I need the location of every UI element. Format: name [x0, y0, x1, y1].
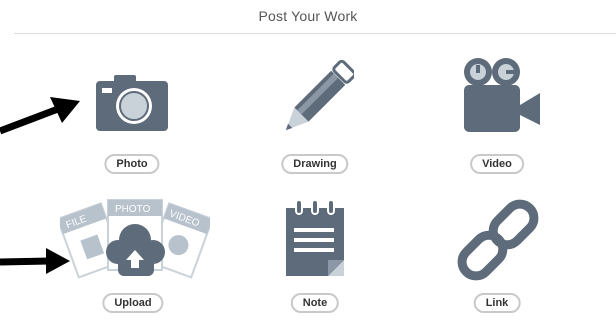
video-button[interactable]: Video: [470, 154, 524, 174]
photo-button[interactable]: Photo: [104, 154, 160, 174]
link-button[interactable]: Link: [473, 293, 521, 313]
card-label-photo: PHOTO: [115, 204, 151, 215]
pointer-arrow-photo: [0, 97, 80, 135]
pencil-icon[interactable]: [280, 60, 354, 138]
header-divider: [14, 33, 616, 34]
video-camera-icon[interactable]: [460, 55, 542, 135]
upload-button[interactable]: Upload: [102, 293, 164, 313]
cloud-upload-icon[interactable]: FILE VIDEO PHOTO: [60, 198, 210, 280]
chain-link-icon[interactable]: [455, 198, 541, 282]
note-button[interactable]: Note: [290, 293, 340, 313]
camera-icon[interactable]: [96, 75, 168, 131]
drawing-button[interactable]: Drawing: [281, 154, 349, 174]
notepad-icon[interactable]: [282, 198, 348, 278]
page-title: Post Your Work: [258, 8, 358, 24]
